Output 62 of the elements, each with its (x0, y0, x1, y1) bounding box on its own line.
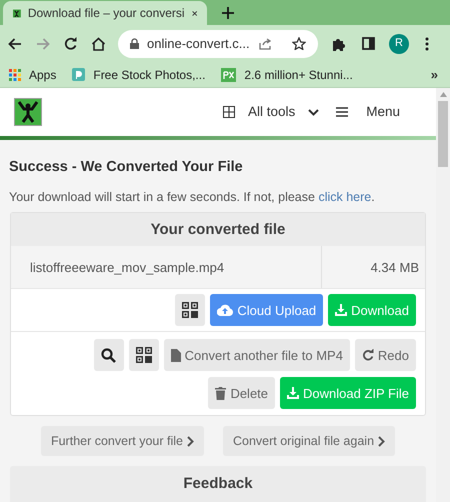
grid-icon (222, 106, 235, 118)
qr-code-icon (182, 302, 198, 318)
bookmark-favicon (72, 68, 86, 81)
convert-link-button[interactable]: Convert original file again (222, 426, 396, 456)
scrollbar-thumb[interactable] (438, 101, 448, 167)
chevron-right-icon (186, 436, 194, 447)
star-icon[interactable] (292, 37, 306, 50)
home-icon[interactable] (91, 36, 106, 50)
all-tools-link[interactable]: All tools (248, 102, 296, 122)
search-button[interactable] (94, 339, 124, 372)
download-icon (335, 304, 348, 316)
cloud-upload-button[interactable]: Cloud Upload (210, 294, 324, 326)
new-tab-icon[interactable] (222, 7, 234, 19)
qr-code-button[interactable] (175, 294, 206, 326)
bookmark-item[interactable]: Free Stock Photos,... (72, 66, 206, 84)
file-size: 4.34 MB (321, 246, 425, 288)
apps-grid-icon (9, 68, 21, 80)
site-logo (14, 98, 42, 126)
redo-button[interactable]: Redo (354, 339, 416, 372)
close-icon[interactable] (192, 8, 197, 18)
click-here-link[interactable]: click here (318, 190, 372, 204)
lock-icon (130, 38, 139, 49)
bookmark-favicon (221, 68, 236, 82)
chevron-down-icon[interactable] (308, 108, 320, 116)
menu-link[interactable]: Menu (366, 102, 400, 122)
cloud-upload-icon (217, 304, 234, 316)
convert-another-button[interactable]: Convert another file to MP4 (164, 339, 350, 372)
profile-avatar[interactable]: R (389, 34, 409, 54)
bookmark-item[interactable]: 2.6 million+ Stunni... (221, 66, 353, 84)
address-bar[interactable]: online-convert.c... (118, 30, 318, 58)
side-panel-icon[interactable] (362, 37, 375, 50)
qr-code-icon (136, 347, 152, 364)
file-name: listoffreeeware_mov_sample.mp4 (29, 258, 226, 277)
bookmark-label: Free Stock Photos,... (93, 66, 206, 84)
bookmarks-overflow[interactable]: » (430, 64, 438, 84)
feedback-heading: Feedback (183, 474, 253, 494)
reload-icon[interactable] (64, 37, 77, 50)
scrollbar[interactable] (436, 88, 450, 502)
menu-icon[interactable] (336, 107, 348, 118)
trash-icon (215, 386, 226, 400)
delete-button[interactable]: Delete (208, 377, 276, 410)
card-title: Your converted file (11, 213, 425, 246)
search-icon (101, 348, 116, 363)
convert-link-button[interactable]: Further convert your file (40, 426, 204, 456)
share-icon[interactable] (259, 38, 272, 50)
bookmark-item[interactable]: Apps (9, 66, 56, 84)
bookmark-label: 2.6 million+ Stunni... (244, 66, 353, 84)
file-icon (170, 348, 181, 362)
redo-icon (362, 349, 374, 362)
qr-code-button[interactable] (128, 339, 159, 372)
back-arrow-icon[interactable] (8, 38, 22, 50)
chevron-right-icon (378, 436, 386, 447)
bookmark-label: Apps (29, 66, 56, 84)
success-heading: Success - We Converted Your File (9, 158, 244, 177)
puzzle-piece-icon[interactable] (332, 36, 346, 50)
browser-tab[interactable]: Download file – your conversi (3, 1, 207, 25)
tab-title: Download file – your conversi (28, 5, 185, 22)
download-message: Your download will start in a few seconds. If not, please click here. (9, 188, 376, 206)
url-text: online-convert.c... (147, 34, 251, 53)
site-favicon (13, 6, 21, 20)
download-icon (287, 387, 300, 400)
more-options-icon[interactable] (425, 36, 429, 50)
